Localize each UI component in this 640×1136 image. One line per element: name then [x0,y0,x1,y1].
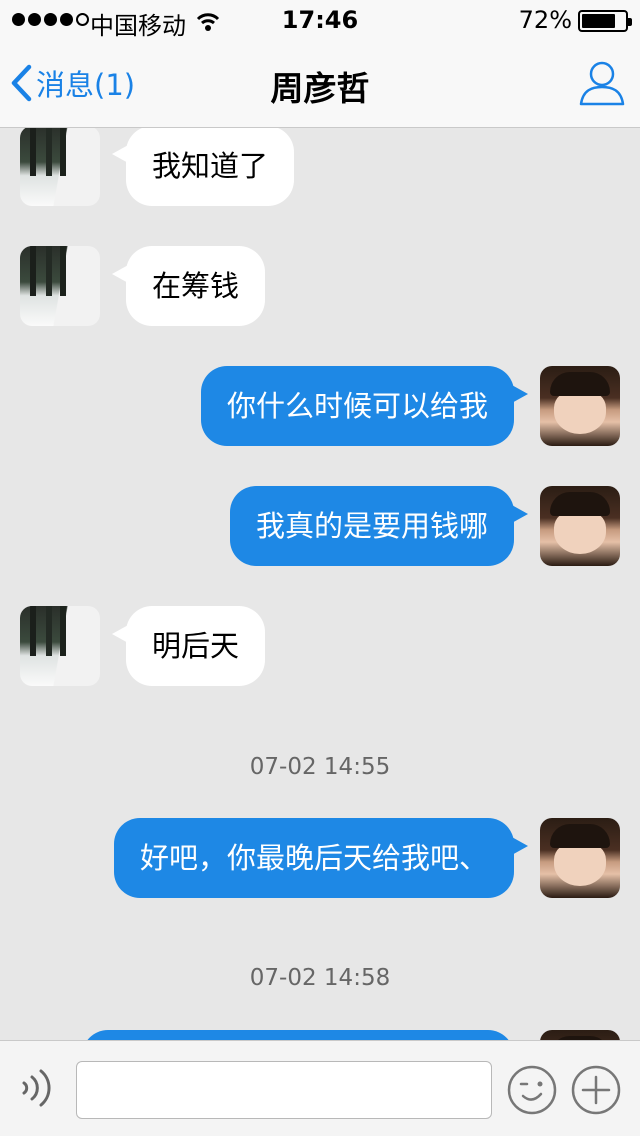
outgoing-message[interactable]: 我真的是要用钱哪 [229,486,529,566]
contact-avatar[interactable] [20,128,100,206]
plus-icon [571,1065,621,1115]
outgoing-message[interactable] [82,1030,514,1040]
contact-avatar[interactable] [20,606,100,686]
more-options-button[interactable] [571,1065,621,1119]
status-bar: 中国移动 17:46 72% [0,0,640,40]
chat-area[interactable]: 我知道了 在筹钱 你什么时候可以给我 我真的是要用钱哪 明后天 07-02 14… [0,128,640,1040]
my-avatar[interactable] [540,818,620,898]
battery-percent: 72% [518,6,572,34]
message-input-bar [0,1040,640,1136]
page-title: 周彦哲 [270,69,370,108]
voice-icon [22,1069,51,1107]
message-input[interactable] [76,1061,492,1119]
voice-button[interactable] [18,1063,58,1117]
incoming-message[interactable]: 在筹钱 [111,246,266,326]
contact-profile-button[interactable] [578,58,626,110]
incoming-message[interactable]: 明后天 [111,606,266,686]
my-avatar[interactable] [540,1030,620,1040]
contact-avatar[interactable] [20,246,100,326]
person-icon [579,61,625,106]
outgoing-message[interactable]: 你什么时候可以给我 [200,366,529,446]
message-timestamp: 07-02 14:58 [249,965,391,991]
emoji-button[interactable] [507,1065,557,1119]
message-timestamp: 07-02 14:55 [249,754,391,780]
navigation-bar: 消息(1) 周彦哲 [0,40,640,128]
my-avatar[interactable] [540,486,620,566]
outgoing-message[interactable]: 好吧，你最晚后天给我吧、 [113,818,529,898]
incoming-message[interactable]: 我知道了 [111,128,295,206]
my-avatar[interactable] [540,366,620,446]
emoji-icon [507,1065,557,1115]
battery-icon [578,10,632,32]
